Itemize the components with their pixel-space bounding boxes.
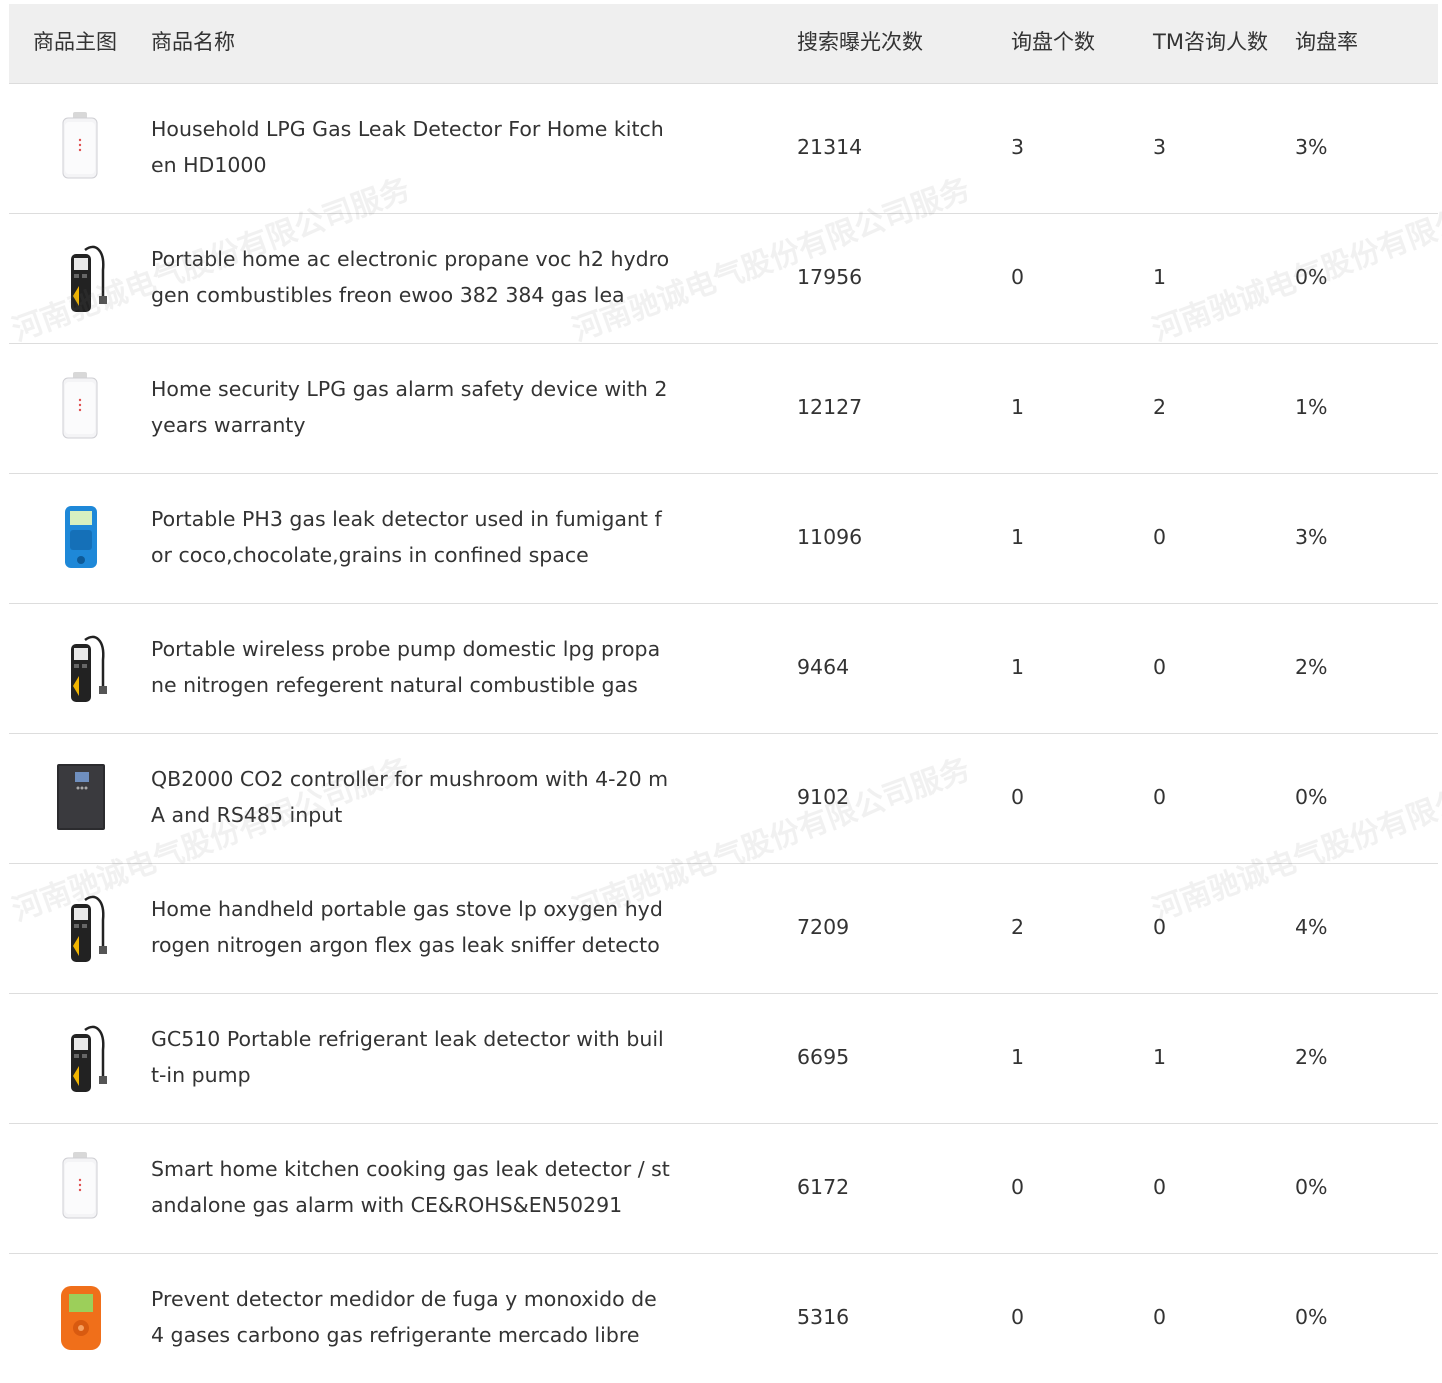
product-table: 商品主图 商品名称 搜索曝光次数 询盘个数 TM咨询人数 询盘率 Househo…	[9, 4, 1438, 1383]
table-row[interactable]: Portable wireless probe pump domestic lp…	[9, 604, 1438, 734]
exposure-value: 17956	[797, 265, 863, 289]
rate-value: 0%	[1295, 1175, 1328, 1199]
tm-value: 1	[1153, 1045, 1167, 1069]
product-name-link[interactable]: GC510 Portable refrigerant leak detector…	[151, 1021, 671, 1093]
exposure-value: 6695	[797, 1045, 850, 1069]
wall-detector-icon[interactable]	[45, 370, 117, 446]
tm-value: 3	[1153, 135, 1167, 159]
product-name-link[interactable]: Portable home ac electronic propane voc …	[151, 241, 671, 313]
table-row[interactable]: Household LPG Gas Leak Detector For Home…	[9, 84, 1438, 214]
exposure-value: 7209	[797, 915, 850, 939]
table-row[interactable]: Smart home kitchen cooking gas leak dete…	[9, 1124, 1438, 1254]
orange-portable-detector-icon[interactable]	[45, 1280, 117, 1356]
table-body: Household LPG Gas Leak Detector For Home…	[9, 84, 1438, 1383]
header-image: 商品主图	[33, 30, 117, 54]
product-name-link[interactable]: Portable PH3 gas leak detector used in f…	[151, 501, 671, 573]
rate-value: 4%	[1295, 915, 1328, 939]
tm-value: 0	[1153, 785, 1167, 809]
inquiries-value: 0	[1011, 265, 1025, 289]
tm-value: 0	[1153, 655, 1167, 679]
tm-value: 0	[1153, 1305, 1167, 1329]
inquiries-value: 1	[1011, 1045, 1025, 1069]
handheld-probe-detector-icon[interactable]	[45, 630, 117, 706]
rate-value: 0%	[1295, 785, 1328, 809]
product-name-link[interactable]: Portable wireless probe pump domestic lp…	[151, 631, 671, 703]
table-row[interactable]: Portable PH3 gas leak detector used in f…	[9, 474, 1438, 604]
header-inquiries[interactable]: 询盘个数	[1011, 4, 1095, 81]
product-name-link[interactable]: QB2000 CO2 controller for mushroom with …	[151, 761, 671, 833]
table-row[interactable]: Portable home ac electronic propane voc …	[9, 214, 1438, 344]
header-exposure[interactable]: 搜索曝光次数	[797, 4, 923, 81]
rate-value: 1%	[1295, 395, 1328, 419]
product-name-link[interactable]: Prevent detector medidor de fuga y monox…	[151, 1281, 671, 1353]
wall-detector-icon[interactable]	[45, 110, 117, 186]
table-row[interactable]: Home handheld portable gas stove lp oxyg…	[9, 864, 1438, 994]
tm-value: 0	[1153, 525, 1167, 549]
table-row[interactable]: GC510 Portable refrigerant leak detector…	[9, 994, 1438, 1124]
exposure-value: 12127	[797, 395, 863, 419]
tm-value: 0	[1153, 915, 1167, 939]
table-header: 商品主图 商品名称 搜索曝光次数 询盘个数 TM咨询人数 询盘率	[9, 4, 1438, 84]
product-name-link[interactable]: Household LPG Gas Leak Detector For Home…	[151, 111, 671, 183]
rate-value: 0%	[1295, 1305, 1328, 1329]
product-name-link[interactable]: Smart home kitchen cooking gas leak dete…	[151, 1151, 671, 1223]
exposure-value: 5316	[797, 1305, 850, 1329]
exposure-value: 6172	[797, 1175, 850, 1199]
exposure-value: 21314	[797, 135, 863, 159]
table-row[interactable]: Prevent detector medidor de fuga y monox…	[9, 1254, 1438, 1383]
rate-value: 2%	[1295, 1045, 1328, 1069]
handheld-probe-detector-icon[interactable]	[45, 1020, 117, 1096]
product-name-link[interactable]: Home security LPG gas alarm safety devic…	[151, 371, 671, 443]
inquiries-value: 0	[1011, 1305, 1025, 1329]
wall-detector-icon[interactable]	[45, 1150, 117, 1226]
exposure-value: 9102	[797, 785, 850, 809]
rate-value: 3%	[1295, 135, 1328, 159]
rate-value: 0%	[1295, 265, 1328, 289]
table-row[interactable]: QB2000 CO2 controller for mushroom with …	[9, 734, 1438, 864]
inquiries-value: 2	[1011, 915, 1025, 939]
controller-box-icon[interactable]	[45, 760, 117, 836]
inquiries-value: 1	[1011, 655, 1025, 679]
tm-value: 2	[1153, 395, 1167, 419]
blue-portable-detector-icon[interactable]	[45, 500, 117, 576]
handheld-probe-detector-icon[interactable]	[45, 240, 117, 316]
inquiries-value: 3	[1011, 135, 1025, 159]
exposure-value: 11096	[797, 525, 863, 549]
inquiries-value: 0	[1011, 1175, 1025, 1199]
exposure-value: 9464	[797, 655, 850, 679]
table-row[interactable]: Home security LPG gas alarm safety devic…	[9, 344, 1438, 474]
tm-value: 0	[1153, 1175, 1167, 1199]
header-rate[interactable]: 询盘率	[1295, 4, 1358, 81]
rate-value: 3%	[1295, 525, 1328, 549]
header-tm[interactable]: TM咨询人数	[1153, 4, 1268, 81]
product-name-link[interactable]: Home handheld portable gas stove lp oxyg…	[151, 891, 671, 963]
rate-value: 2%	[1295, 655, 1328, 679]
inquiries-value: 1	[1011, 525, 1025, 549]
handheld-probe-detector-icon[interactable]	[45, 890, 117, 966]
header-name: 商品名称	[151, 30, 235, 54]
inquiries-value: 1	[1011, 395, 1025, 419]
inquiries-value: 0	[1011, 785, 1025, 809]
tm-value: 1	[1153, 265, 1167, 289]
